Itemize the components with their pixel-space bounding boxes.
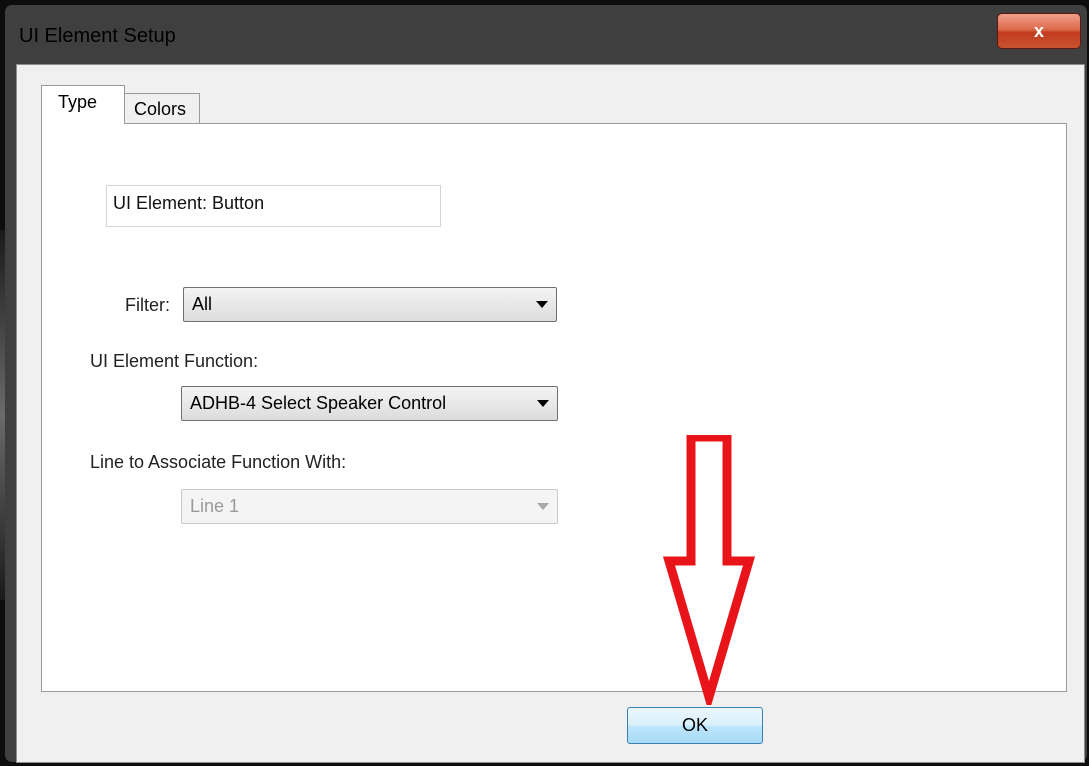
dropdown-arrow-icon	[537, 400, 549, 407]
ok-button-label: OK	[681, 715, 708, 735]
line-label: Line to Associate Function With:	[90, 452, 347, 472]
element-type-display: UI Element: Button	[106, 185, 441, 227]
function-value: ADHB-4 Select Speaker Control	[190, 393, 447, 413]
filter-value: All	[192, 294, 213, 314]
tab-type-label: Type	[58, 92, 98, 112]
tab-type[interactable]: Type	[41, 85, 125, 124]
window-frame: UI Element Setup x Type Colors UI Elemen…	[5, 5, 1087, 763]
close-button[interactable]: x	[997, 13, 1081, 49]
dialog-window: UI Element Setup x Type Colors UI Elemen…	[0, 0, 1089, 766]
function-select[interactable]: ADHB-4 Select Speaker Control	[181, 386, 558, 421]
window-title: UI Element Setup	[19, 25, 176, 47]
dropdown-arrow-icon	[536, 301, 548, 308]
filter-select[interactable]: All	[183, 287, 557, 322]
tab-colors-label: Colors	[134, 99, 187, 119]
close-icon: x	[1033, 20, 1044, 41]
dropdown-arrow-icon	[537, 503, 549, 510]
tab-colors[interactable]: Colors	[124, 93, 200, 124]
ok-button[interactable]: OK	[627, 707, 763, 744]
annotation-arrow-icon	[662, 435, 756, 705]
line-select: Line 1	[181, 489, 558, 524]
line-value: Line 1	[190, 496, 240, 516]
dialog-client-area: Type Colors UI Element: Button Filter: A…	[16, 64, 1085, 763]
function-label: UI Element Function:	[90, 351, 259, 371]
filter-label: Filter:	[125, 295, 170, 315]
